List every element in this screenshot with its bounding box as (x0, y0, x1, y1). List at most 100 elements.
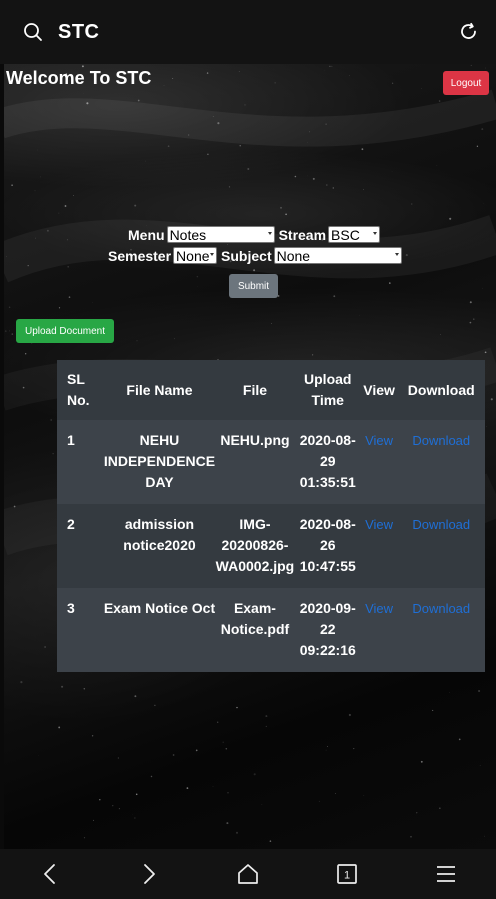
star-speck (411, 203, 413, 205)
star-speck (265, 715, 268, 718)
cell-upload-time: 2020-09-22 09:22:16 (299, 600, 356, 658)
forward-icon[interactable] (129, 854, 169, 894)
filter-row-menu-stream: Menu Notes Stream BSC (128, 226, 381, 243)
star-speck (222, 741, 224, 743)
semester-select[interactable]: None (173, 247, 218, 264)
star-speck (83, 688, 86, 690)
star-speck (312, 177, 315, 180)
star-speck (420, 760, 423, 763)
star-speck (68, 296, 71, 298)
submit-button[interactable]: Submit (229, 274, 278, 298)
star-speck (261, 804, 263, 805)
star-speck (469, 321, 472, 324)
chevron-down-icon (210, 253, 215, 256)
star-speck (280, 206, 282, 209)
download-link[interactable]: Download (412, 433, 470, 448)
star-speck (265, 725, 267, 727)
star-speck (391, 82, 394, 84)
header-sl: SL No. (67, 371, 90, 408)
star-speck (64, 205, 67, 207)
star-speck (479, 764, 481, 766)
star-speck (112, 805, 114, 807)
star-speck (348, 713, 351, 717)
table-row: 3 Exam Notice Oct Exam-Notice.pdf 2020-0… (57, 588, 485, 672)
star-speck (238, 70, 240, 72)
star-speck (44, 646, 46, 648)
web-page: Welcome To STC Logout Menu Notes Stream … (0, 64, 496, 849)
star-speck (118, 808, 120, 810)
star-speck (329, 65, 331, 68)
cell-sl: 1 (67, 432, 75, 448)
star-speck (66, 239, 69, 241)
star-speck (438, 100, 441, 102)
star-speck (58, 212, 60, 214)
star-speck (307, 141, 308, 143)
star-speck (391, 170, 393, 172)
star-speck (58, 726, 61, 729)
star-speck (61, 685, 64, 688)
star-speck (361, 148, 364, 151)
view-link[interactable]: View (365, 517, 393, 532)
star-speck (136, 340, 138, 342)
star-speck (440, 333, 442, 335)
search-icon[interactable] (22, 21, 44, 43)
star-speck (458, 738, 461, 741)
subject-select[interactable]: None (273, 247, 402, 264)
star-speck (174, 338, 175, 340)
star-speck (11, 184, 13, 187)
menu-icon[interactable] (426, 854, 466, 894)
star-speck (481, 128, 484, 131)
star-speck (196, 275, 199, 278)
star-speck (325, 123, 327, 125)
download-link[interactable]: Download (412, 517, 470, 532)
cell-file-name: NEHU INDEPENDENCE DAY (103, 432, 216, 490)
star-speck (410, 835, 412, 838)
home-icon[interactable] (228, 854, 268, 894)
header-view: View (363, 381, 395, 398)
cell-file-name: admission notice2020 (123, 516, 196, 553)
star-speck (478, 689, 481, 693)
chevron-down-icon (267, 232, 272, 235)
star-speck (13, 505, 16, 508)
star-speck (217, 721, 219, 723)
star-speck (81, 65, 84, 68)
star-speck (226, 822, 229, 825)
star-speck (484, 835, 486, 837)
star-speck (239, 145, 241, 147)
reload-icon[interactable] (458, 21, 480, 43)
download-link[interactable]: Download (412, 601, 470, 616)
star-speck (270, 323, 272, 324)
star-speck (333, 295, 336, 298)
star-speck (8, 306, 11, 308)
tabs-button[interactable]: 1 (327, 854, 367, 894)
star-speck (20, 681, 23, 684)
star-speck (327, 746, 328, 748)
menu-select[interactable]: Notes (166, 226, 275, 243)
star-speck (83, 93, 84, 94)
star-speck (349, 75, 350, 76)
star-speck (353, 748, 355, 750)
star-speck (253, 269, 256, 272)
site-name[interactable]: STC (58, 21, 100, 44)
back-icon[interactable] (30, 854, 70, 894)
semester-label: Semester (108, 247, 172, 264)
cell-file: IMG-20200826-WA0002.jpg (215, 516, 295, 574)
star-speck (483, 203, 484, 204)
view-link[interactable]: View (365, 433, 393, 448)
filter-row-semester-subject: Semester None Subject None (108, 247, 402, 264)
star-speck (34, 190, 36, 192)
star-speck (217, 122, 220, 125)
star-speck (247, 168, 250, 170)
star-speck (227, 791, 229, 794)
logout-button[interactable]: Logout (443, 71, 489, 95)
star-speck (206, 72, 209, 74)
star-speck (482, 287, 483, 289)
star-speck (99, 798, 101, 801)
stream-select[interactable]: BSC (328, 226, 381, 243)
view-link[interactable]: View (365, 601, 393, 616)
cell-upload-time: 2020-08-26 10:47:55 (299, 516, 356, 574)
star-speck (92, 819, 94, 821)
star-speck (163, 85, 165, 86)
upload-document-button[interactable]: Upload Document (16, 319, 114, 343)
browser-bottom-nav: 1 (0, 849, 496, 899)
